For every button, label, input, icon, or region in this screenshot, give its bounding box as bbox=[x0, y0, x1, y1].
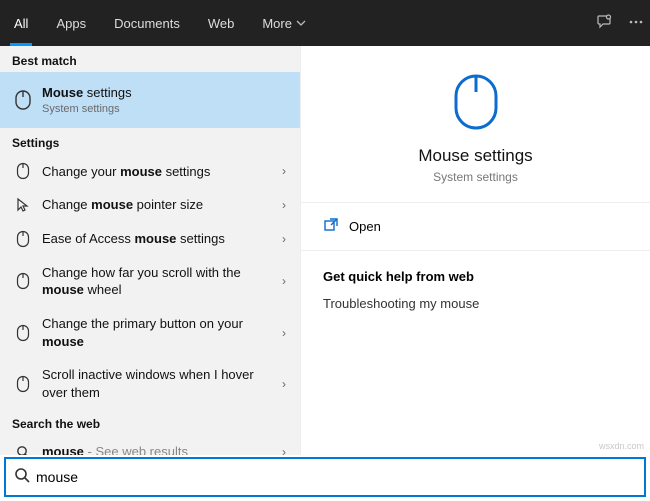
tab-label: More bbox=[262, 16, 292, 31]
chevron-right-icon: › bbox=[282, 377, 288, 391]
result-text: Ease of Access mouse settings bbox=[34, 230, 282, 248]
settings-result[interactable]: Ease of Access mouse settings › bbox=[0, 222, 300, 256]
tab-label: Apps bbox=[56, 16, 86, 31]
preview-title: Mouse settings bbox=[311, 146, 640, 166]
cursor-icon bbox=[12, 197, 34, 213]
chevron-right-icon: › bbox=[282, 164, 288, 178]
result-text: mouse - See web results bbox=[34, 443, 282, 455]
preview-panel: Mouse settings System settings Open Get … bbox=[300, 46, 650, 455]
chevron-down-icon bbox=[296, 18, 306, 28]
tab-documents[interactable]: Documents bbox=[100, 0, 194, 46]
best-match-header: Best match bbox=[0, 46, 300, 72]
settings-result[interactable]: Change how far you scroll with the mouse… bbox=[0, 256, 300, 307]
mouse-icon bbox=[12, 162, 34, 180]
search-input[interactable] bbox=[36, 469, 636, 485]
search-icon bbox=[12, 445, 34, 455]
chevron-right-icon: › bbox=[282, 274, 288, 288]
settings-result[interactable]: Change your mouse settings › bbox=[0, 154, 300, 188]
settings-result[interactable]: Change mouse pointer size › bbox=[0, 188, 300, 222]
mouse-icon bbox=[12, 89, 34, 111]
settings-result[interactable]: Change the primary button on your mouse … bbox=[0, 307, 300, 358]
tab-strip: All Apps Documents Web More bbox=[0, 0, 320, 46]
open-action[interactable]: Open bbox=[301, 202, 650, 251]
preview-subtitle: System settings bbox=[311, 170, 640, 184]
watermark: wsxdn.com bbox=[599, 441, 644, 451]
feedback-icon[interactable] bbox=[596, 13, 614, 34]
help-title: Get quick help from web bbox=[323, 269, 628, 284]
result-text: Mouse settings System settings bbox=[34, 84, 288, 116]
web-result[interactable]: mouse - See web results › bbox=[0, 435, 300, 455]
settings-header: Settings bbox=[0, 128, 300, 154]
tab-label: Web bbox=[208, 16, 235, 31]
main-area: Best match Mouse settings System setting… bbox=[0, 46, 650, 455]
results-panel: Best match Mouse settings System setting… bbox=[0, 46, 300, 455]
tab-apps[interactable]: Apps bbox=[42, 0, 100, 46]
ellipsis-icon[interactable] bbox=[628, 14, 644, 33]
best-match-result[interactable]: Mouse settings System settings bbox=[0, 72, 300, 128]
settings-result[interactable]: Scroll inactive windows when I hover ove… bbox=[0, 358, 300, 409]
result-text: Change mouse pointer size bbox=[34, 196, 282, 214]
chevron-right-icon: › bbox=[282, 198, 288, 212]
search-bar[interactable] bbox=[4, 457, 646, 497]
top-tab-bar: All Apps Documents Web More bbox=[0, 0, 650, 46]
tab-web[interactable]: Web bbox=[194, 0, 249, 46]
tab-label: Documents bbox=[114, 16, 180, 31]
chevron-right-icon: › bbox=[282, 445, 288, 455]
open-label: Open bbox=[349, 219, 381, 234]
tab-all[interactable]: All bbox=[0, 0, 42, 46]
result-text: Change the primary button on your mouse bbox=[34, 315, 282, 350]
mouse-icon bbox=[12, 375, 34, 393]
mouse-icon bbox=[12, 324, 34, 342]
chevron-right-icon: › bbox=[282, 232, 288, 246]
help-item[interactable]: Troubleshooting my mouse bbox=[323, 296, 628, 311]
tab-label: All bbox=[14, 16, 28, 31]
open-icon bbox=[323, 217, 339, 236]
mouse-large-icon bbox=[311, 72, 640, 132]
search-web-header: Search the web bbox=[0, 409, 300, 435]
tab-more[interactable]: More bbox=[248, 0, 320, 46]
mouse-icon bbox=[12, 272, 34, 290]
result-subtitle: System settings bbox=[42, 102, 280, 117]
search-icon bbox=[14, 467, 30, 488]
result-text: Change how far you scroll with the mouse… bbox=[34, 264, 282, 299]
mouse-icon bbox=[12, 230, 34, 248]
result-text: Scroll inactive windows when I hover ove… bbox=[34, 366, 282, 401]
chevron-right-icon: › bbox=[282, 326, 288, 340]
result-text: Change your mouse settings bbox=[34, 163, 282, 181]
